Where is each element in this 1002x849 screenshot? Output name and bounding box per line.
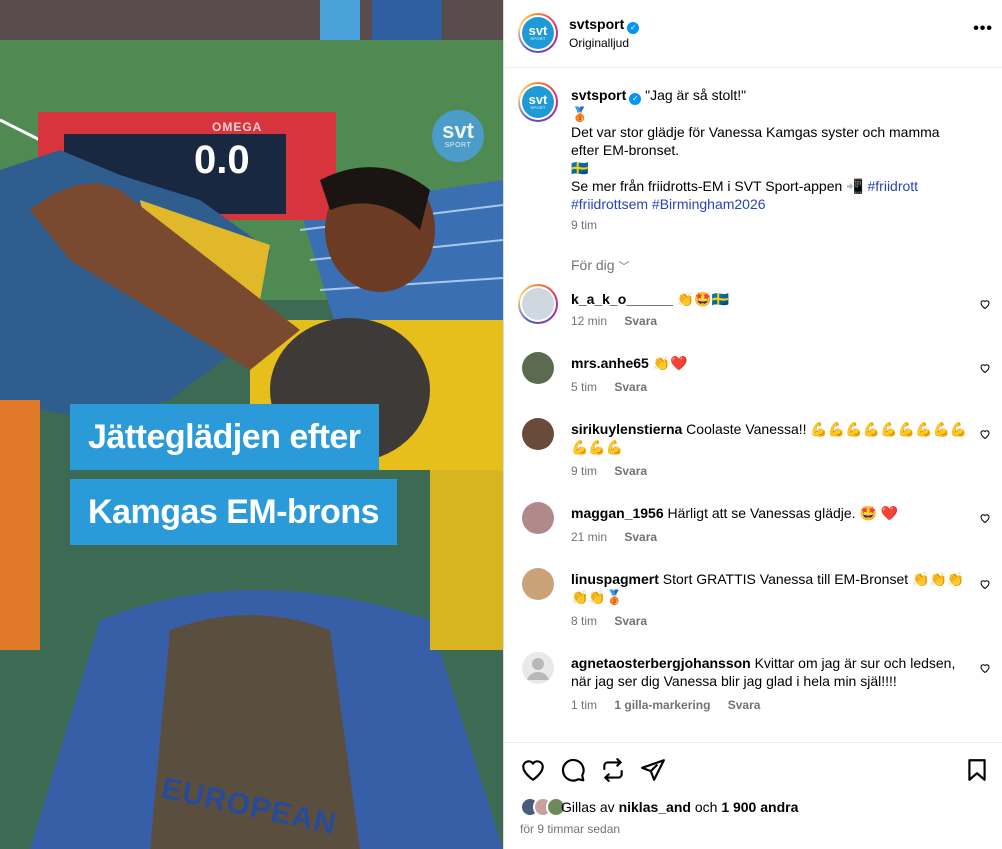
comment-meta: 1 tim 1 gilla-markering Svara [571, 698, 760, 712]
video-caption-line-1: Jätteglädjen efter [70, 404, 379, 470]
reply-button[interactable]: Svara [624, 314, 657, 328]
caption-line-2: Det var stor glädje för Vanessa Kamgas s… [571, 124, 940, 158]
author-username[interactable]: svtsport ✓ [569, 16, 640, 34]
caption-username[interactable]: svtsport ✓ [571, 87, 642, 105]
caption-text: svtsport ✓ "Jag är så stolt!" 🥉 Det var s… [571, 86, 966, 213]
svt-sport-logo: svt SPORT [432, 110, 484, 162]
logo-sub: SPORT [444, 142, 472, 149]
comment-likes-count[interactable]: 1 gilla-markering [614, 698, 710, 712]
caption-avatar[interactable]: svt SPORT [518, 82, 558, 122]
reply-button[interactable]: Svara [614, 380, 647, 394]
comment-content: 👏❤️ [652, 355, 688, 371]
comment-username[interactable]: mrs.anhe65 [571, 355, 649, 371]
caption-line-4: Se mer från friidrotts-EM i SVT Sport-ap… [571, 178, 864, 194]
chevron-down-icon: ﹀ [618, 261, 630, 273]
like-comment-heart-icon[interactable] [979, 578, 991, 590]
comment-text: maggan_1956 Härligt att se Vanessas gläd… [571, 504, 971, 522]
comment-avatar[interactable] [518, 284, 558, 324]
like-comment-heart-icon[interactable] [979, 362, 991, 374]
comment-meta: 12 min Svara [571, 314, 657, 328]
comment-text: agnetaosterbergjohansson Kvittar om jag … [571, 654, 971, 690]
comment-meta: 5 tim Svara [571, 380, 647, 394]
liked-and: och [694, 799, 718, 815]
verified-badge-icon: ✓ [629, 93, 642, 105]
comment-avatar[interactable] [522, 352, 554, 384]
sort-label: För dig [571, 257, 615, 273]
video-caption-line-2: Kamgas EM-brons [70, 479, 397, 545]
caption-time[interactable]: 9 tim [571, 218, 597, 232]
comment-username[interactable]: linuspagmert [571, 571, 659, 587]
save-bookmark-icon[interactable] [964, 757, 990, 783]
liked-prefix: Gillas av [561, 799, 615, 815]
post-date[interactable]: för 9 timmar sedan [520, 822, 620, 836]
like-comment-heart-icon[interactable] [979, 512, 991, 524]
like-comment-heart-icon[interactable] [979, 428, 991, 440]
hashtag-link[interactable]: #Birmingham2026 [652, 196, 766, 212]
comment-avatar[interactable] [522, 568, 554, 600]
reply-button[interactable]: Svara [614, 464, 647, 478]
reply-button[interactable]: Svara [614, 614, 647, 628]
post-header: svt SPORT svtsport ✓ Originalljud ••• [504, 0, 1002, 68]
hashtag-link[interactable]: #friidrott [868, 178, 919, 194]
comment-content: 👏🤩🇸🇪 [676, 291, 730, 307]
comment-username[interactable]: maggan_1956 [571, 505, 664, 521]
caption-line-3: 🇸🇪 [571, 160, 589, 176]
comment-meta: 21 min Svara [571, 530, 657, 544]
share-send-icon[interactable] [640, 757, 666, 783]
post-panel: svt SPORT svtsport ✓ Originalljud ••• svt S… [503, 0, 1002, 849]
video-player[interactable]: OMEGA 0.0 svt SPORT Jätteglädjen efter K… [0, 0, 503, 849]
comment-meta: 9 tim Svara [571, 464, 647, 478]
comment-time[interactable]: 12 min [571, 314, 607, 328]
comment-username[interactable]: sirikuylenstierna [571, 421, 682, 437]
more-options-icon[interactable]: ••• [973, 20, 993, 38]
comment-meta: 8 tim Svara [571, 614, 647, 628]
comment-text: linuspagmert Stort GRATTIS Vanessa till … [571, 570, 971, 606]
comment-avatar[interactable] [522, 502, 554, 534]
audio-label[interactable]: Originalljud [569, 36, 629, 50]
comment-content: Härligt att se Vanessas glädje. 🤩 ❤️ [667, 505, 899, 521]
repost-icon[interactable] [600, 757, 626, 783]
like-comment-heart-icon[interactable] [979, 298, 991, 310]
liked-by-text: Gillas av niklas_and och 1 900 andra [561, 799, 798, 815]
comment-text: mrs.anhe65 👏❤️ [571, 354, 971, 372]
likes-count-link[interactable]: 1 900 andra [721, 799, 798, 815]
caption-quote: "Jag är så stolt!" [645, 87, 747, 103]
post-actions: Gillas av niklas_and och 1 900 andra för… [504, 742, 1002, 849]
author-avatar[interactable]: svt SPORT [518, 13, 558, 53]
hashtag-link[interactable]: #friidrottsem [571, 196, 648, 212]
comment-time[interactable]: 5 tim [571, 380, 597, 394]
comment-time[interactable]: 9 tim [571, 464, 597, 478]
reply-button[interactable]: Svara [728, 698, 761, 712]
comment-text: sirikuylenstierna Coolaste Vanessa!! 💪💪💪… [571, 420, 971, 456]
liked-user-link[interactable]: niklas_and [619, 799, 691, 815]
comment-time[interactable]: 8 tim [571, 614, 597, 628]
scoreboard-brand: OMEGA [212, 120, 263, 134]
verified-badge-icon: ✓ [627, 22, 640, 34]
reply-button[interactable]: Svara [624, 530, 657, 544]
like-comment-heart-icon[interactable] [979, 662, 991, 674]
comment-bubble-icon[interactable] [560, 757, 586, 783]
comment-time[interactable]: 1 tim [571, 698, 597, 712]
comment-username[interactable]: agnetaosterbergjohansson [571, 655, 751, 671]
comment-text: k_a_k_o______ 👏🤩🇸🇪 [571, 290, 971, 308]
logo-text: svt [442, 118, 474, 143]
caption-line-1: 🥉 [571, 106, 589, 122]
default-avatar-icon[interactable] [522, 652, 554, 684]
like-heart-icon[interactable] [520, 757, 546, 783]
scoreboard-value: 0.0 [194, 138, 250, 182]
comment-sort-dropdown[interactable]: För dig ﹀ [571, 257, 629, 274]
comment-time[interactable]: 21 min [571, 530, 607, 544]
comment-username[interactable]: k_a_k_o______ [571, 291, 673, 307]
comment-avatar[interactable] [522, 418, 554, 450]
